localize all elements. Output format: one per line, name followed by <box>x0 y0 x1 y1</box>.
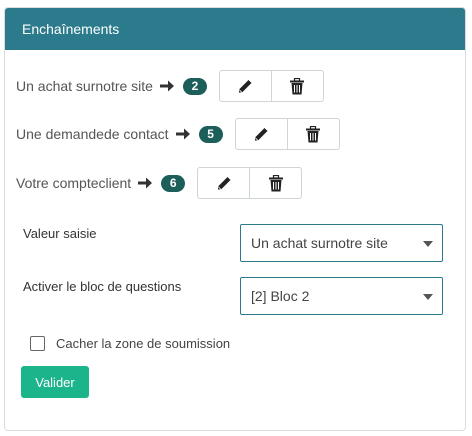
valider-button[interactable]: Valider <box>21 366 89 398</box>
rule-count-badge: 5 <box>198 125 223 143</box>
rule-actions <box>218 70 324 102</box>
arrow-right-icon <box>175 128 190 140</box>
hide-submission-checkbox[interactable] <box>30 336 45 351</box>
rule-actions <box>234 118 340 150</box>
pencil-icon <box>217 176 231 190</box>
rule-row: Un achat surnotre site 2 <box>16 70 324 102</box>
rule-label: Une demandede contact <box>16 126 169 142</box>
edit-rule-button[interactable] <box>218 70 272 102</box>
rule-row: Une demandede contact 5 <box>16 118 340 150</box>
arrow-right-icon <box>138 177 153 189</box>
bloc-questions-value: [2] Bloc 2 <box>251 288 310 304</box>
caret-down-icon <box>423 241 433 247</box>
rule-actions <box>197 167 303 199</box>
trash-icon <box>306 125 321 142</box>
panel-title: Enchaînements <box>22 21 120 37</box>
hide-submission-row: Cacher la zone de soumission <box>30 336 230 351</box>
valeur-saisie-select[interactable]: Un achat surnotre site <box>240 224 443 262</box>
valeur-saisie-value: Un achat surnotre site <box>251 235 388 251</box>
rule-count-badge: 6 <box>161 174 186 192</box>
trash-icon <box>268 174 283 191</box>
rule-count-badge: 2 <box>182 77 207 95</box>
caret-down-icon <box>423 294 433 300</box>
pencil-icon <box>254 127 268 141</box>
edit-rule-button[interactable] <box>234 118 288 150</box>
valeur-saisie-label: Valeur saisie <box>23 226 97 241</box>
rule-label: Votre compteclient <box>16 175 132 191</box>
arrow-right-icon <box>159 80 174 92</box>
edit-rule-button[interactable] <box>197 167 251 199</box>
delete-rule-button[interactable] <box>286 118 340 150</box>
bloc-questions-label: Activer le bloc de questions <box>23 279 182 294</box>
trash-icon <box>290 77 305 94</box>
delete-rule-button[interactable] <box>270 70 324 102</box>
bloc-questions-select[interactable]: [2] Bloc 2 <box>240 277 443 315</box>
panel-header: Enchaînements <box>5 8 465 50</box>
pencil-icon <box>239 79 252 93</box>
hide-submission-label: Cacher la zone de soumission <box>56 336 231 351</box>
rule-label: Un achat surnotre site <box>16 78 153 94</box>
delete-rule-button[interactable] <box>249 167 303 199</box>
rule-row: Votre compteclient 6 <box>16 167 303 199</box>
